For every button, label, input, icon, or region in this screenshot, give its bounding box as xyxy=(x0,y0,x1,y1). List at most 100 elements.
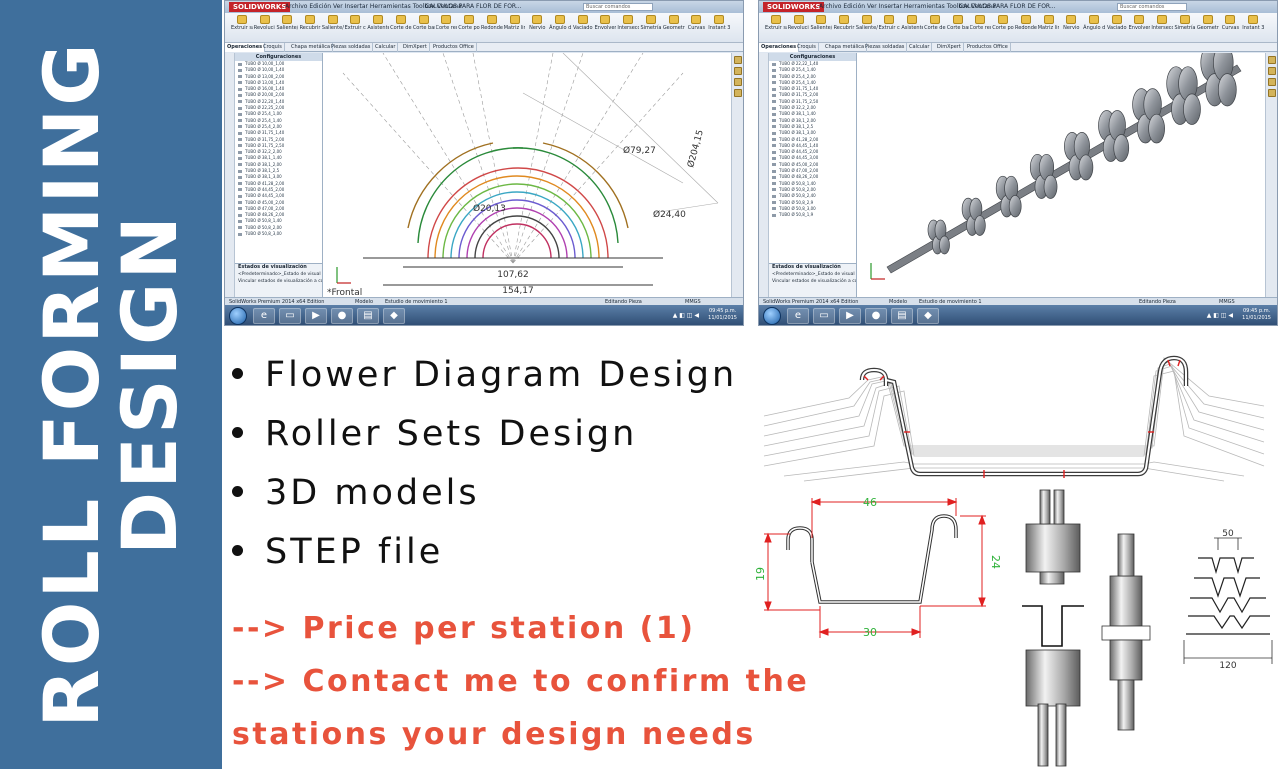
ribbon-button-label: Corte de revolución xyxy=(390,25,412,31)
ribbon-button[interactable]: Corte de revolución xyxy=(390,15,412,31)
tree-header: Configuraciones xyxy=(769,53,856,61)
ribbon-button[interactable]: Corte por límite xyxy=(992,15,1014,31)
cta-contact-line: --> Contact me to confirm the xyxy=(232,664,810,699)
ribbon-button-label: Revolución de saliente/base xyxy=(787,25,810,31)
tab-0[interactable]: Operaciones xyxy=(759,43,800,52)
ribbon-button[interactable]: Ángulo de salida xyxy=(549,15,571,31)
ribbon-button[interactable]: Corte recubierto xyxy=(970,15,991,31)
feature-icon xyxy=(418,15,429,24)
ribbon-button[interactable]: Instant 3D xyxy=(1242,15,1264,31)
axis-triad xyxy=(336,267,351,284)
feature-icon xyxy=(929,15,940,24)
tab-4[interactable]: Calcular xyxy=(907,43,933,52)
feature-icon xyxy=(577,15,588,24)
cad-tabs: Operaciones Croquis Chapa metálica Piezas s… xyxy=(759,43,1277,52)
tab-2[interactable]: Chapa metálica xyxy=(823,43,868,52)
ribbon-button-label: Simetría xyxy=(640,25,662,31)
tab-0[interactable]: Operaciones xyxy=(225,43,266,52)
banner-title: ROLL FORMING DESIGN xyxy=(27,40,194,727)
ribbon-button[interactable]: Redondeo xyxy=(481,15,503,31)
feature-icon xyxy=(532,15,543,24)
feature-icon xyxy=(1020,15,1031,24)
clock-date: 11/01/2015 xyxy=(1242,315,1271,321)
tab-5[interactable]: DimXpert xyxy=(401,43,430,52)
tab-6[interactable]: Productos Office xyxy=(965,43,1011,52)
ribbon-button[interactable]: Curvas xyxy=(1220,15,1242,31)
tray-icons: ▲ ◧ ◫ ◀ xyxy=(672,312,699,319)
ribbon-button[interactable]: Saliente/Base barrido xyxy=(276,15,298,31)
ribbon-button[interactable]: Nervio xyxy=(526,15,548,31)
ribbon-button[interactable]: Saliente/Base barrido xyxy=(810,15,832,31)
ribbon-button[interactable]: Saliente/Base por límite xyxy=(322,15,344,31)
display-state-row: <Predeterminado>_Estado de visual xyxy=(238,272,321,277)
ribbon-button[interactable]: Corte recubierto xyxy=(436,15,457,31)
ribbon-button[interactable]: Geometría de referencia xyxy=(1197,15,1219,31)
ribbon-button[interactable]: Intersección xyxy=(1151,15,1173,31)
ribbon-button[interactable]: Instant 3D xyxy=(708,15,730,31)
tree-row[interactable]: TUBO Ø 50,8_1,9 xyxy=(769,212,856,218)
ribbon-button-label: Extruir corte xyxy=(878,25,901,31)
ribbon-button[interactable]: Redondeo xyxy=(1015,15,1037,31)
feature-icon xyxy=(1111,15,1122,24)
ribbon-button[interactable]: Ángulo de salida xyxy=(1083,15,1105,31)
ribbon-button[interactable]: Recubrir xyxy=(299,15,321,31)
feature-item: Roller Sets Design xyxy=(232,405,752,464)
ribbon-button[interactable]: Extruir corte xyxy=(878,15,901,31)
ribbon-button[interactable]: Revolución de saliente/base xyxy=(254,15,275,31)
ribbon-button[interactable]: Nervio xyxy=(1060,15,1082,31)
roller xyxy=(1008,195,1022,218)
ribbon-button[interactable]: Corte por límite xyxy=(458,15,480,31)
tree-footer: Estados de visualización <Predeterminado… xyxy=(769,263,856,297)
ribbon-button-label: Extruir saliente/base xyxy=(765,25,787,31)
ribbon-button[interactable]: Curvas xyxy=(686,15,708,31)
tab-1[interactable]: Croquis xyxy=(795,43,819,52)
roller-sets-svg: 50 120 xyxy=(1022,489,1273,767)
feature-icon xyxy=(793,15,804,24)
ribbon-button[interactable]: Corte barrido xyxy=(413,15,435,31)
solidworks-logo: SOLIDWORKS xyxy=(763,2,825,12)
dim-flower-radius-3: Ø20,13 xyxy=(473,203,506,214)
tab-4[interactable]: Calcular xyxy=(373,43,399,52)
cta-stations-line: stations your design needs xyxy=(232,717,756,752)
ribbon-button[interactable]: Asistente para taladro xyxy=(901,15,923,31)
profile-dimension-drawing: 46 19 24 30 xyxy=(740,490,1006,652)
tab-2[interactable]: Chapa metálica xyxy=(289,43,334,52)
ribbon-button[interactable]: Matriz lineal xyxy=(503,15,526,31)
ribbon-button[interactable]: Asistente para taladro xyxy=(367,15,389,31)
tab-5[interactable]: DimXpert xyxy=(935,43,964,52)
dim-profile-right: 24 xyxy=(989,555,1002,569)
windows-taskbar: e ▭ ▶ ● ▤ ◆ ▲ ◧ ◫ ◀ 09:45 p.m. 11/01/201… xyxy=(759,305,1277,325)
ribbon-button[interactable]: Recubrir xyxy=(833,15,855,31)
ribbon-button-label: Ángulo de salida xyxy=(1083,25,1105,31)
ribbon-button[interactable]: Extruir saliente/base xyxy=(765,15,787,31)
tree-row[interactable]: TUBO Ø 50,8_3,00 xyxy=(235,231,322,237)
ribbon-button-label: Matriz lineal xyxy=(503,25,526,31)
tray-clock: 09:45 p.m. 11/01/2015 xyxy=(1242,308,1271,322)
ribbon-button[interactable]: Envolver xyxy=(595,15,616,31)
tab-3[interactable]: Piezas soldadas xyxy=(863,43,908,52)
feature-icon xyxy=(816,15,827,24)
tab-3[interactable]: Piezas soldadas xyxy=(329,43,374,52)
ribbon-button-label: Vaciado xyxy=(573,25,593,31)
browser-icon: e xyxy=(253,308,275,324)
ribbon-button[interactable]: Simetría xyxy=(640,15,662,31)
ribbon-button[interactable]: Envolver xyxy=(1129,15,1150,31)
roller xyxy=(939,235,950,255)
ribbon-button[interactable]: Extruir saliente/base xyxy=(231,15,253,31)
ribbon-button[interactable]: Simetría xyxy=(1174,15,1196,31)
feature-icon xyxy=(691,15,702,24)
ribbon-button[interactable]: Saliente/Base por límite xyxy=(856,15,878,31)
ribbon-button[interactable]: Matriz lineal xyxy=(1038,15,1059,31)
ribbon-button[interactable]: Revolución de saliente/base xyxy=(787,15,810,31)
ribbon-button[interactable]: Geometría de referencia xyxy=(663,15,685,31)
ribbon-button[interactable]: Vaciado xyxy=(572,15,594,31)
ribbon-button[interactable]: Extruir corte xyxy=(345,15,366,31)
ribbon-button[interactable]: Corte de revolución xyxy=(924,15,946,31)
tab-1[interactable]: Croquis xyxy=(261,43,285,52)
ribbon-button[interactable]: Intersección xyxy=(617,15,639,31)
feature-icon xyxy=(1157,15,1168,24)
ribbon-button[interactable]: Vaciado xyxy=(1106,15,1128,31)
ribbon-button-label: Curvas xyxy=(687,25,706,31)
ribbon-button[interactable]: Corte barrido xyxy=(947,15,969,31)
tab-6[interactable]: Productos Office xyxy=(431,43,477,52)
